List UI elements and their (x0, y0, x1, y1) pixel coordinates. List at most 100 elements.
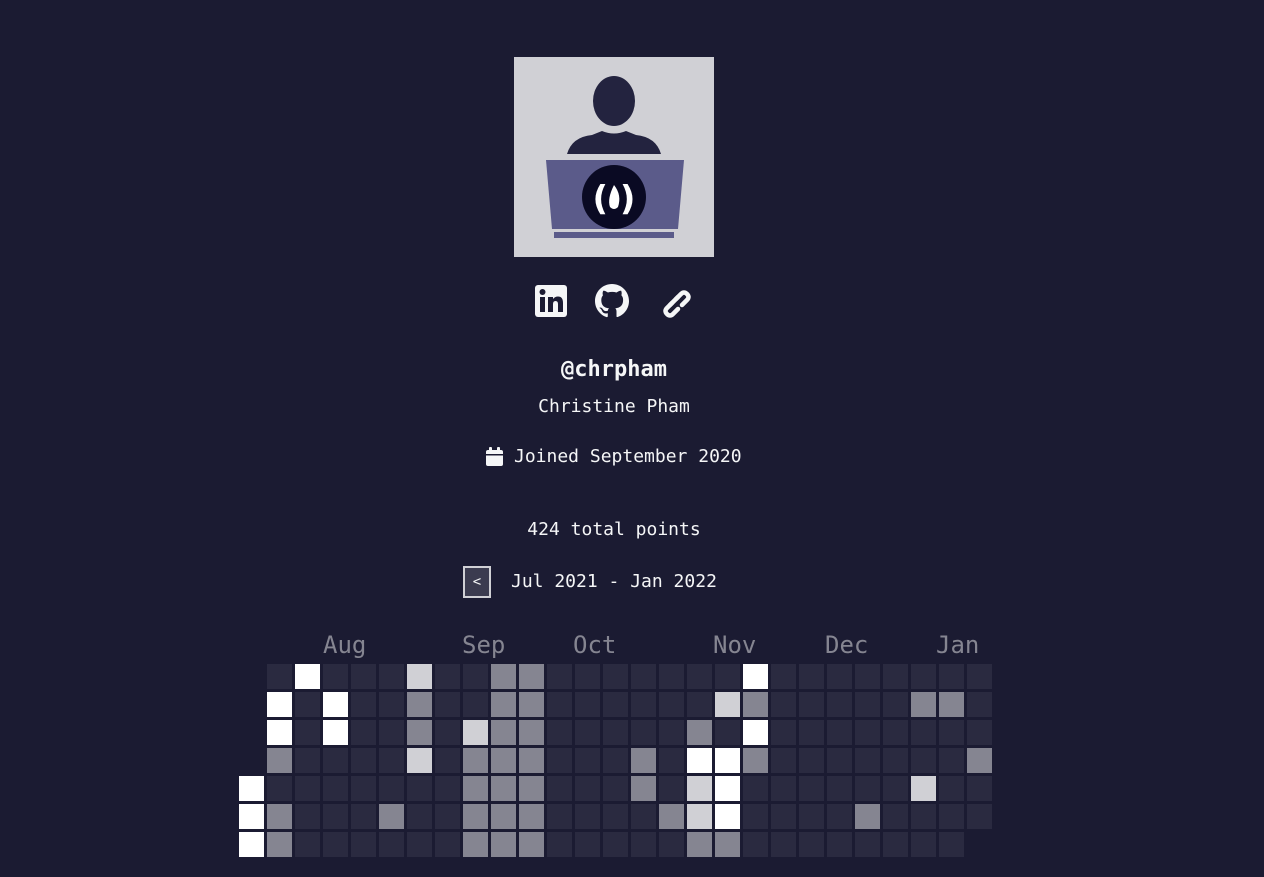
heatmap-cell[interactable] (771, 832, 796, 857)
heatmap-cell[interactable] (491, 832, 516, 857)
heatmap-cell[interactable] (939, 664, 964, 689)
heatmap-cell[interactable] (267, 692, 292, 717)
heatmap-cell[interactable] (323, 692, 348, 717)
heatmap-cell[interactable] (827, 748, 852, 773)
heatmap-cell[interactable] (827, 664, 852, 689)
heatmap-cell[interactable] (743, 720, 768, 745)
heatmap-cell[interactable] (379, 692, 404, 717)
heatmap-cell[interactable] (435, 720, 460, 745)
heatmap-cell[interactable] (827, 776, 852, 801)
heatmap-cell[interactable] (323, 804, 348, 829)
heatmap-cell[interactable] (295, 804, 320, 829)
heatmap-cell[interactable] (911, 720, 936, 745)
heatmap-cell[interactable] (827, 720, 852, 745)
heatmap-cell[interactable] (463, 804, 488, 829)
heatmap-cell[interactable] (659, 804, 684, 829)
heatmap-cell[interactable] (267, 720, 292, 745)
heatmap-cell[interactable] (771, 664, 796, 689)
heatmap-cell[interactable] (351, 776, 376, 801)
heatmap-cell[interactable] (295, 664, 320, 689)
heatmap-cell[interactable] (575, 748, 600, 773)
heatmap-cell[interactable] (379, 720, 404, 745)
github-link[interactable] (594, 283, 630, 319)
heatmap-cell[interactable] (463, 664, 488, 689)
heatmap-cell[interactable] (435, 692, 460, 717)
heatmap-cell[interactable] (659, 748, 684, 773)
heatmap-cell[interactable] (715, 664, 740, 689)
heatmap-cell[interactable] (827, 804, 852, 829)
heatmap-cell[interactable] (799, 832, 824, 857)
heatmap-cell[interactable] (407, 776, 432, 801)
heatmap-cell[interactable] (659, 832, 684, 857)
heatmap-cell[interactable] (687, 776, 712, 801)
heatmap-cell[interactable] (827, 692, 852, 717)
heatmap-cell[interactable] (575, 832, 600, 857)
heatmap-cell[interactable] (967, 748, 992, 773)
heatmap-cell[interactable] (883, 748, 908, 773)
heatmap-cell[interactable] (491, 692, 516, 717)
heatmap-cell[interactable] (519, 804, 544, 829)
heatmap-cell[interactable] (603, 748, 628, 773)
heatmap-cell[interactable] (603, 664, 628, 689)
heatmap-cell[interactable] (323, 664, 348, 689)
heatmap-cell[interactable] (631, 664, 656, 689)
heatmap-cell[interactable] (603, 692, 628, 717)
heatmap-cell[interactable] (407, 692, 432, 717)
heatmap-cell[interactable] (967, 804, 992, 829)
heatmap-cell[interactable] (295, 720, 320, 745)
heatmap-cell[interactable] (463, 720, 488, 745)
heatmap-cell[interactable] (743, 748, 768, 773)
heatmap-cell[interactable] (519, 776, 544, 801)
heatmap-cell[interactable] (295, 748, 320, 773)
heatmap-cell[interactable] (911, 832, 936, 857)
heatmap-cell[interactable] (715, 804, 740, 829)
heatmap-cell[interactable] (883, 664, 908, 689)
heatmap-cell[interactable] (939, 832, 964, 857)
linkedin-link[interactable] (533, 283, 569, 319)
heatmap-cell[interactable] (575, 776, 600, 801)
heatmap-cell[interactable] (827, 832, 852, 857)
heatmap-cell[interactable] (743, 776, 768, 801)
heatmap-cell[interactable] (435, 748, 460, 773)
heatmap-cell[interactable] (463, 776, 488, 801)
heatmap-cell[interactable] (855, 720, 880, 745)
heatmap-cell[interactable] (687, 720, 712, 745)
heatmap-cell[interactable] (575, 804, 600, 829)
heatmap-cell[interactable] (771, 748, 796, 773)
heatmap-cell[interactable] (715, 720, 740, 745)
heatmap-cell[interactable] (743, 832, 768, 857)
heatmap-cell[interactable] (715, 748, 740, 773)
heatmap-cell[interactable] (911, 804, 936, 829)
heatmap-cell[interactable] (295, 832, 320, 857)
heatmap-cell[interactable] (575, 692, 600, 717)
website-link[interactable] (656, 283, 692, 319)
heatmap-cell[interactable] (631, 720, 656, 745)
heatmap-cell[interactable] (435, 832, 460, 857)
heatmap-cell[interactable] (967, 776, 992, 801)
heatmap-cell[interactable] (547, 748, 572, 773)
heatmap-cell[interactable] (547, 692, 572, 717)
heatmap-cell[interactable] (855, 664, 880, 689)
heatmap-cell[interactable] (575, 720, 600, 745)
heatmap-cell[interactable] (351, 664, 376, 689)
heatmap-cell[interactable] (883, 804, 908, 829)
heatmap-cell[interactable] (295, 776, 320, 801)
heatmap-cell[interactable] (687, 804, 712, 829)
heatmap-cell[interactable] (967, 720, 992, 745)
heatmap-cell[interactable] (939, 804, 964, 829)
heatmap-cell[interactable] (771, 692, 796, 717)
heatmap-cell[interactable] (267, 748, 292, 773)
heatmap-cell[interactable] (407, 804, 432, 829)
heatmap-cell[interactable] (435, 664, 460, 689)
heatmap-cell[interactable] (547, 776, 572, 801)
heatmap-cell[interactable] (491, 720, 516, 745)
heatmap-cell[interactable] (547, 664, 572, 689)
heatmap-cell[interactable] (659, 776, 684, 801)
heatmap-cell[interactable] (715, 832, 740, 857)
heatmap-cell[interactable] (687, 664, 712, 689)
heatmap-cell[interactable] (491, 804, 516, 829)
heatmap-cell[interactable] (631, 776, 656, 801)
heatmap-cell[interactable] (407, 748, 432, 773)
heatmap-cell[interactable] (715, 692, 740, 717)
heatmap-cell[interactable] (519, 692, 544, 717)
